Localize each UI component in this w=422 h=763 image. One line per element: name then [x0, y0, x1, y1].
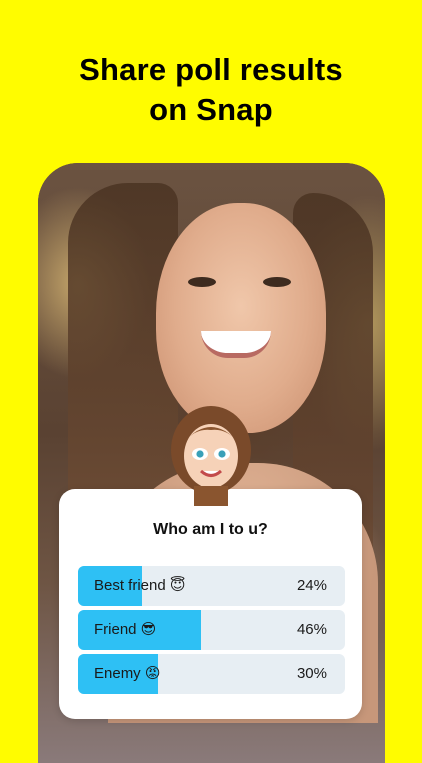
photo-face [156, 203, 326, 433]
poll-option-label: Best friend 😇 [94, 577, 186, 594]
poll-option-percent: 46% [296, 621, 327, 638]
poll-option-percent: 24% [296, 577, 327, 594]
poll-option-percent: 30% [296, 665, 327, 682]
poll-option-label: Friend 😎 [94, 621, 157, 638]
poll-card: Who am I to u? Best friend 😇 24% Friend … [59, 489, 362, 719]
headline: Share poll results on Snap [0, 50, 422, 130]
poll-option-enemy[interactable]: Enemy 😡 30% [78, 654, 345, 694]
photo-eye-left [188, 277, 216, 287]
poll-option-label: Enemy 😡 [94, 665, 161, 682]
photo-eye-right [263, 277, 291, 287]
bitmoji-avatar-icon [166, 406, 256, 506]
poll-option-best-friend[interactable]: Best friend 😇 24% [78, 566, 345, 606]
poll-option-friend[interactable]: Friend 😎 46% [78, 610, 345, 650]
poll-question: Who am I to u? [153, 521, 268, 538]
headline-line-2: on Snap [149, 92, 273, 127]
headline-line-1: Share poll results [79, 52, 343, 87]
